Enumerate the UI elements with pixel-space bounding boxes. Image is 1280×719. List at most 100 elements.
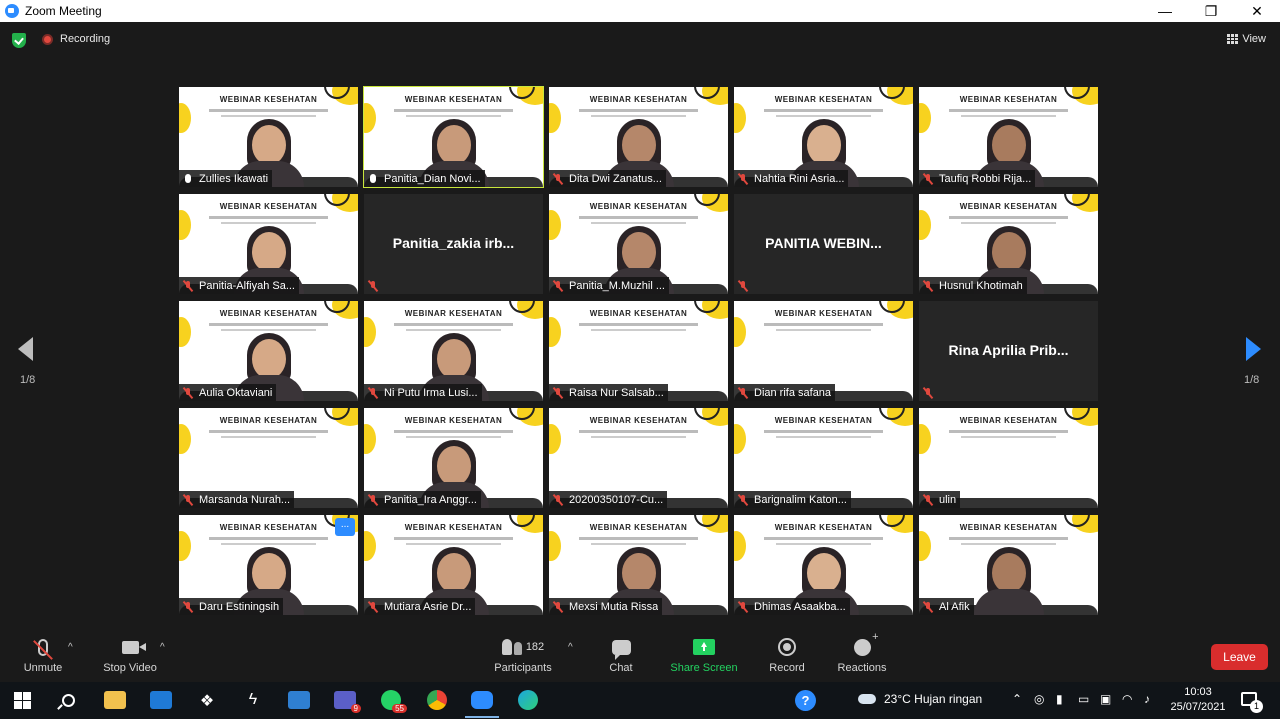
participant-name: ulin [939,493,957,506]
participant-tile[interactable]: Rina Aprilia Prib... [919,301,1098,401]
webinar-banner-text: WEBINAR KESEHATAN [219,416,318,425]
participant-count: 182 [525,641,545,653]
taskbar-edge[interactable] [517,689,539,711]
participant-name: Al Afik [939,600,970,613]
weather-widget[interactable]: 23°C Hujan ringan [858,692,982,706]
taskbar-zoom[interactable] [465,689,499,718]
record-button[interactable]: Record [747,632,827,682]
muted-mic-icon [182,387,194,399]
taskbar-teams[interactable]: 9 [334,689,361,713]
muted-mic-icon [737,387,749,399]
next-page-arrow-icon[interactable] [1246,337,1261,361]
participant-tile[interactable]: WEBINAR KESEHATAN Dhimas Asaakba... [734,515,913,615]
webinar-banner-text: WEBINAR KESEHATAN [219,202,318,211]
unmute-button[interactable]: Unmute [3,632,83,682]
participant-tile[interactable]: WEBINAR KESEHATAN Dian rifa safana [734,301,913,401]
participant-tile[interactable]: WEBINAR KESEHATAN Dita Dwi Zanatus... [549,87,728,187]
encryption-shield-icon[interactable] [12,33,26,48]
participant-name: Daru Estiningsih [199,600,280,613]
muted-mic-icon [922,173,934,185]
video-options-caret-icon[interactable]: ^ [160,642,165,653]
windows-logo-icon [13,691,31,709]
previous-page-arrow-icon[interactable] [18,337,33,361]
muted-mic-icon [737,601,749,613]
participant-tile[interactable]: WEBINAR KESEHATAN Barignalim Katon... [734,408,913,508]
taskbar-photos[interactable] [288,689,310,711]
taskbar-clock[interactable]: 10:03 25/07/2021 [1170,685,1226,715]
restore-button[interactable]: ❐ [1188,0,1234,22]
participant-tile[interactable]: WEBINAR KESEHATAN Al Afik [919,515,1098,615]
participant-tile[interactable]: WEBINAR KESEHATAN Mexsi Mutia Rissa [549,515,728,615]
search-button[interactable] [57,689,79,711]
wifi-icon[interactable]: ◠ [1122,692,1134,706]
participant-tile[interactable]: WEBINAR KESEHATAN Ni Putu Irma Lusi... [364,301,543,401]
webinar-banner-text: WEBINAR KESEHATAN [219,309,318,318]
participant-tile[interactable]: Panitia_zakia irb... [364,194,543,294]
recording-indicator[interactable]: Recording [42,33,110,45]
more-options-button[interactable]: ... [335,518,355,536]
chat-button[interactable]: Chat [581,632,661,682]
participant-tile[interactable]: WEBINAR KESEHATAN Panitia-Alfiyah Sa... [179,194,358,294]
taskbar-app-lightning[interactable]: ϟ [242,689,264,711]
taskbar-file-explorer[interactable] [104,689,126,711]
taskbar-mail[interactable] [150,689,172,711]
participant-tile[interactable]: WEBINAR KESEHATAN Taufiq Robbi Rija... [919,87,1098,187]
participant-tile[interactable]: WEBINAR KESEHATAN Panitia_Ira Anggr... [364,408,543,508]
webcam-icon[interactable]: ◎ [1034,692,1046,706]
grid-view-icon [1227,34,1239,44]
participant-name: Aulia Oktaviani [199,386,273,399]
microphone-icon[interactable]: ▮ [1056,692,1068,706]
participant-tile[interactable]: WEBINAR KESEHATAN Panitia_Dian Novi... [363,86,544,188]
participant-tile[interactable]: WEBINAR KESEHATAN Marsanda Nurah... [179,408,358,508]
taskbar-chrome[interactable] [426,689,448,711]
muted-mic-icon [922,280,934,292]
battery-icon[interactable]: ▭ [1078,692,1090,706]
participant-tile[interactable]: WEBINAR KESEHATAN Nahtia Rini Asria... [734,87,913,187]
reactions-button[interactable]: Reactions [822,631,902,682]
minimize-button[interactable]: — [1142,0,1188,22]
stop-video-button[interactable]: Stop Video [90,632,170,682]
participant-name: Dita Dwi Zanatus... [569,172,662,185]
leave-button[interactable]: Leave [1211,644,1268,670]
webinar-banner-text: WEBINAR KESEHATAN [219,523,318,532]
webinar-banner-text: WEBINAR KESEHATAN [959,523,1058,532]
display-icon[interactable]: ▣ [1100,692,1112,706]
show-hidden-icons-icon[interactable]: ⌃ [1012,692,1024,706]
webinar-banner-text: WEBINAR KESEHATAN [774,416,873,425]
participant-tile[interactable]: WEBINAR KESEHATAN Aulia Oktaviani [179,301,358,401]
audio-options-caret-icon[interactable]: ^ [68,642,73,653]
start-button[interactable] [11,689,33,711]
participant-name-bar: Al Afik [919,598,974,615]
notification-count: 1 [1250,700,1263,713]
participant-tile[interactable]: WEBINAR KESEHATAN Raisa Nur Salsab... [549,301,728,401]
share-screen-button[interactable]: Share Screen [664,632,744,682]
volume-icon[interactable]: ♪ [1144,692,1156,706]
webinar-banner-text: WEBINAR KESEHATAN [589,416,688,425]
edge-icon [518,690,538,710]
help-icon[interactable]: ? [795,690,816,711]
participant-tile[interactable]: WEBINAR KESEHATAN Zullies Ikawati [179,87,358,187]
taskbar-dropbox[interactable]: ❖ [196,689,218,711]
participants-options-caret-icon[interactable]: ^ [568,642,573,653]
participant-tile[interactable]: WEBINAR KESEHATAN ulin [919,408,1098,508]
webinar-banner-text: WEBINAR KESEHATAN [404,95,503,104]
zoom-icon [471,691,493,709]
close-button[interactable]: ✕ [1234,0,1280,22]
participant-tile[interactable]: WEBINAR KESEHATAN 20200350107-Cu... [549,408,728,508]
muted-mic-icon [182,601,194,613]
clock-date: 25/07/2021 [1170,701,1226,713]
participant-tile[interactable]: WEBINAR KESEHATAN Husnul Khotimah [919,194,1098,294]
participant-video-feed [973,543,1044,615]
taskbar-whatsapp[interactable]: 55 [380,689,407,713]
participant-tile[interactable]: PANITIA WEBIN... [734,194,913,294]
participant-name-bar: Mexsi Mutia Rissa [549,598,663,615]
participant-tile[interactable]: WEBINAR KESEHATAN Daru Estiningsih... [179,515,358,615]
share-screen-label: Share Screen [670,662,738,674]
muted-mic-icon [552,494,564,506]
view-button[interactable]: View [1227,33,1266,45]
participants-button[interactable]: 182 Participants [483,632,563,682]
record-label: Record [769,662,805,674]
participant-tile[interactable]: WEBINAR KESEHATAN Mutiara Asrie Dr... [364,515,543,615]
folder-icon [104,691,126,709]
participant-tile[interactable]: WEBINAR KESEHATAN Panitia_M.Muzhil ... [549,194,728,294]
